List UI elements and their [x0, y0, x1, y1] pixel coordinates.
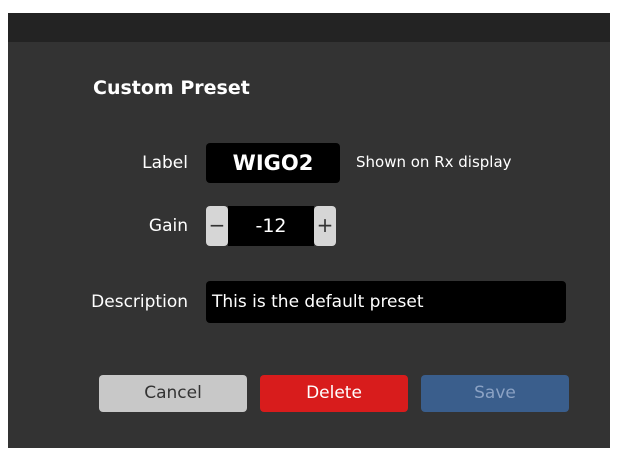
- gain-increment-button[interactable]: +: [314, 206, 336, 246]
- description-input[interactable]: This is the default preset: [206, 281, 566, 323]
- dialog-title-bar: [8, 13, 610, 42]
- gain-value[interactable]: -12: [228, 206, 314, 246]
- gain-field-label: Gain: [148, 216, 188, 236]
- gain-stepper: − -12 +: [206, 206, 336, 246]
- cancel-button[interactable]: Cancel: [99, 375, 247, 412]
- label-hint-text: Shown on Rx display: [356, 153, 512, 171]
- delete-button[interactable]: Delete: [260, 375, 408, 412]
- gain-decrement-button[interactable]: −: [206, 206, 228, 246]
- label-input[interactable]: WIGO2: [206, 143, 340, 183]
- save-button[interactable]: Save: [421, 375, 569, 412]
- description-field-label: Description: [91, 292, 188, 312]
- custom-preset-dialog: Custom Preset Label WIGO2 Shown on Rx di…: [8, 13, 610, 448]
- label-field-label: Label: [142, 153, 188, 173]
- dialog-heading: Custom Preset: [93, 77, 250, 99]
